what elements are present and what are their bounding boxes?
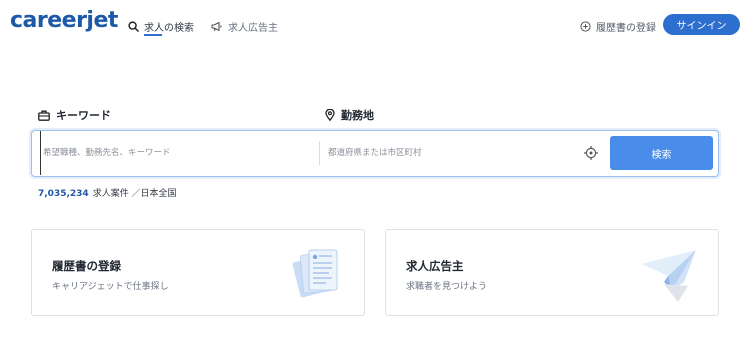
megaphone-icon [211,21,222,31]
location-label: 勤務地 [325,107,374,123]
briefcase-icon [38,110,50,121]
job-count: 7,035,234 求人案件 ／日本全国 [38,186,177,199]
resume-register-link[interactable]: 履歴書の登録 [580,16,656,36]
active-tab-underline [144,34,162,36]
signin-button[interactable]: サインイン [663,14,740,35]
map-pin-icon [325,109,335,121]
nav-job-search-label: 求人の検索 [144,22,194,34]
documents-illustration-icon [292,249,338,298]
resume-card-title: 履歴書の登録 [52,259,121,273]
keyword-label: キーワード [38,107,111,123]
employer-card[interactable]: 求人広告主 求職者を見つけよう [385,229,719,316]
resume-register-label: 履歴書の登録 [596,22,656,34]
header: careerjet 求人の検索 求人広告主 履歴書の登録 サインイン [0,0,750,48]
job-count-number: 7,035,234 [38,189,89,199]
paper-plane-illustration-icon [642,250,696,302]
location-input[interactable] [328,131,568,175]
search-box: 検索 [31,130,719,177]
locate-me-icon[interactable] [583,145,599,161]
employer-card-subtitle: 求職者を見つけよう [406,282,488,292]
page: careerjet 求人の検索 求人広告主 履歴書の登録 サインイン キーワード… [0,0,750,340]
keyword-input[interactable] [40,131,315,175]
plus-circle-icon [580,20,591,32]
resume-card[interactable]: 履歴書の登録 キャリアジェットで仕事探し [31,229,365,316]
nav-employer-label: 求人広告主 [228,22,278,34]
keyword-label-text: キーワード [56,109,111,122]
location-label-text: 勤務地 [341,109,374,122]
search-icon [128,20,139,32]
nav-job-search[interactable]: 求人の検索 [128,16,194,36]
employer-card-title: 求人広告主 [406,259,464,273]
resume-card-subtitle: キャリアジェットで仕事探し [52,282,169,292]
careerjet-logo[interactable]: careerjet [10,8,118,33]
search-button[interactable]: 検索 [610,136,713,170]
job-count-suffix: 求人案件 ／日本全国 [92,189,177,199]
search-divider [319,141,320,165]
nav-employer[interactable]: 求人広告主 [211,16,278,36]
